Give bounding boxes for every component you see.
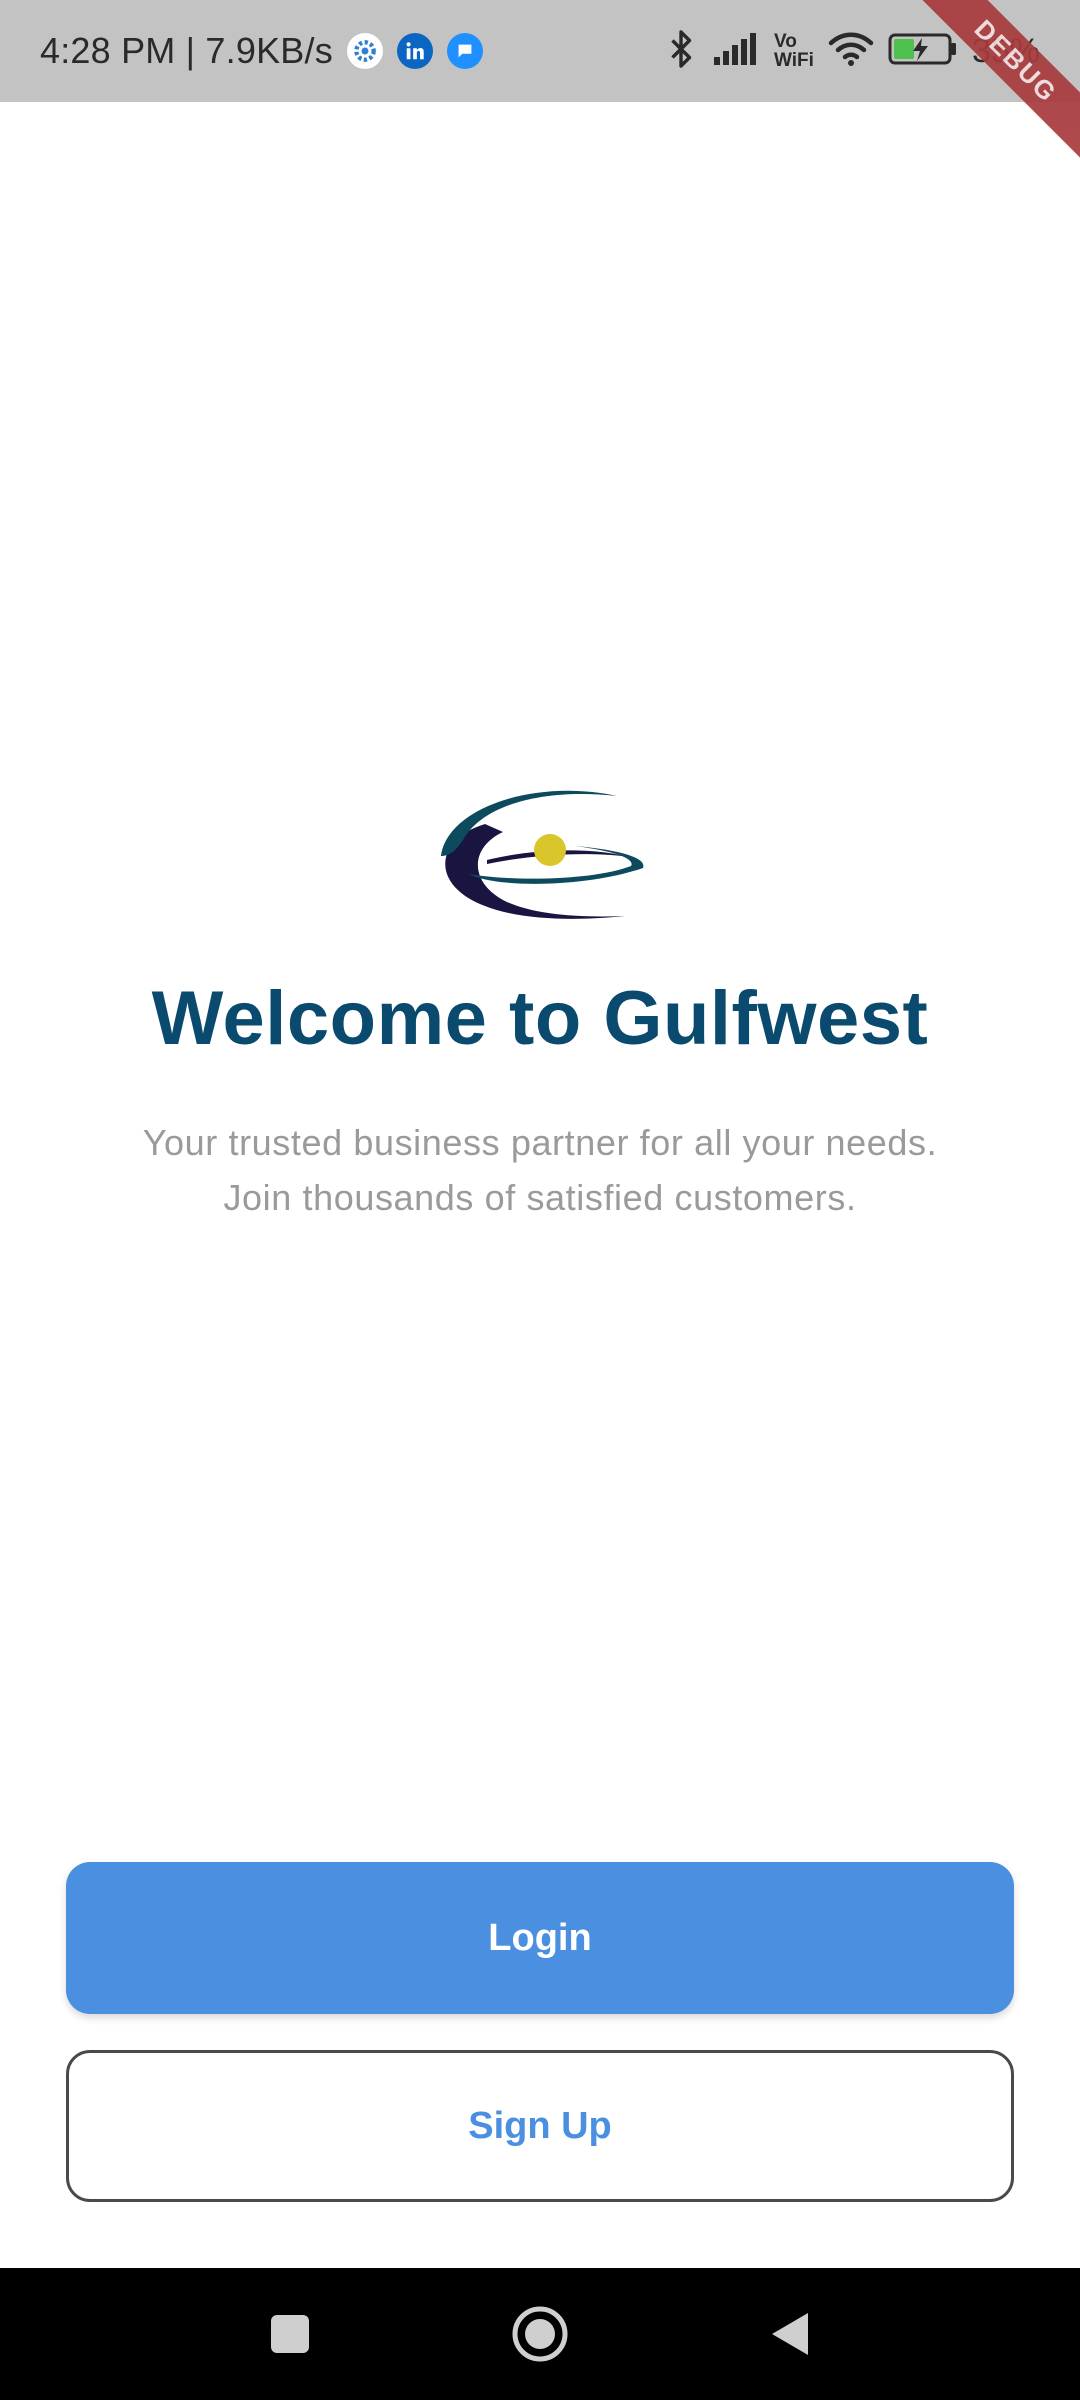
vo-label: Vo (774, 31, 797, 52)
system-navigation-bar (0, 2268, 1080, 2400)
welcome-subtitle: Your trusted business partner for all yo… (0, 1115, 1080, 1225)
login-button-label: Login (488, 1916, 592, 1959)
battery-charging-icon (888, 32, 958, 71)
signup-button[interactable]: Sign Up (66, 2050, 1014, 2202)
home-circle-icon[interactable] (510, 2304, 570, 2364)
bluetooth-icon (664, 29, 698, 74)
wifi-icon (828, 31, 874, 72)
status-left-group: 4:28 PM | 7.9KB/s (40, 0, 483, 102)
vowifi-icon: Vo WiFi (774, 32, 814, 70)
logo-dot (534, 834, 566, 866)
recents-square-icon[interactable] (260, 2304, 320, 2364)
subtitle-line-1: Your trusted business partner for all yo… (142, 1122, 938, 1163)
status-bar: 4:28 PM | 7.9KB/s Vo WiFi (0, 0, 1080, 102)
gulfwest-logo (425, 778, 655, 928)
messages-icon (446, 33, 483, 69)
signal-icon (712, 31, 760, 72)
logo-outer-swoosh (445, 824, 625, 919)
subtitle-line-2: Join thousands of satisfied customers. (223, 1177, 857, 1218)
settings-gear-icon (346, 33, 383, 69)
app-screen: 4:28 PM | 7.9KB/s Vo WiFi DEBUG Welcome … (0, 0, 1080, 2400)
linkedin-icon (396, 33, 433, 69)
welcome-title: Welcome to Gulfwest (151, 976, 929, 1061)
back-triangle-icon[interactable] (760, 2304, 820, 2364)
signup-button-label: Sign Up (468, 2104, 612, 2147)
wifi-label: WiFi (774, 50, 814, 71)
time-and-network-speed: 4:28 PM | 7.9KB/s (40, 30, 333, 71)
login-button[interactable]: Login (66, 1862, 1014, 2014)
